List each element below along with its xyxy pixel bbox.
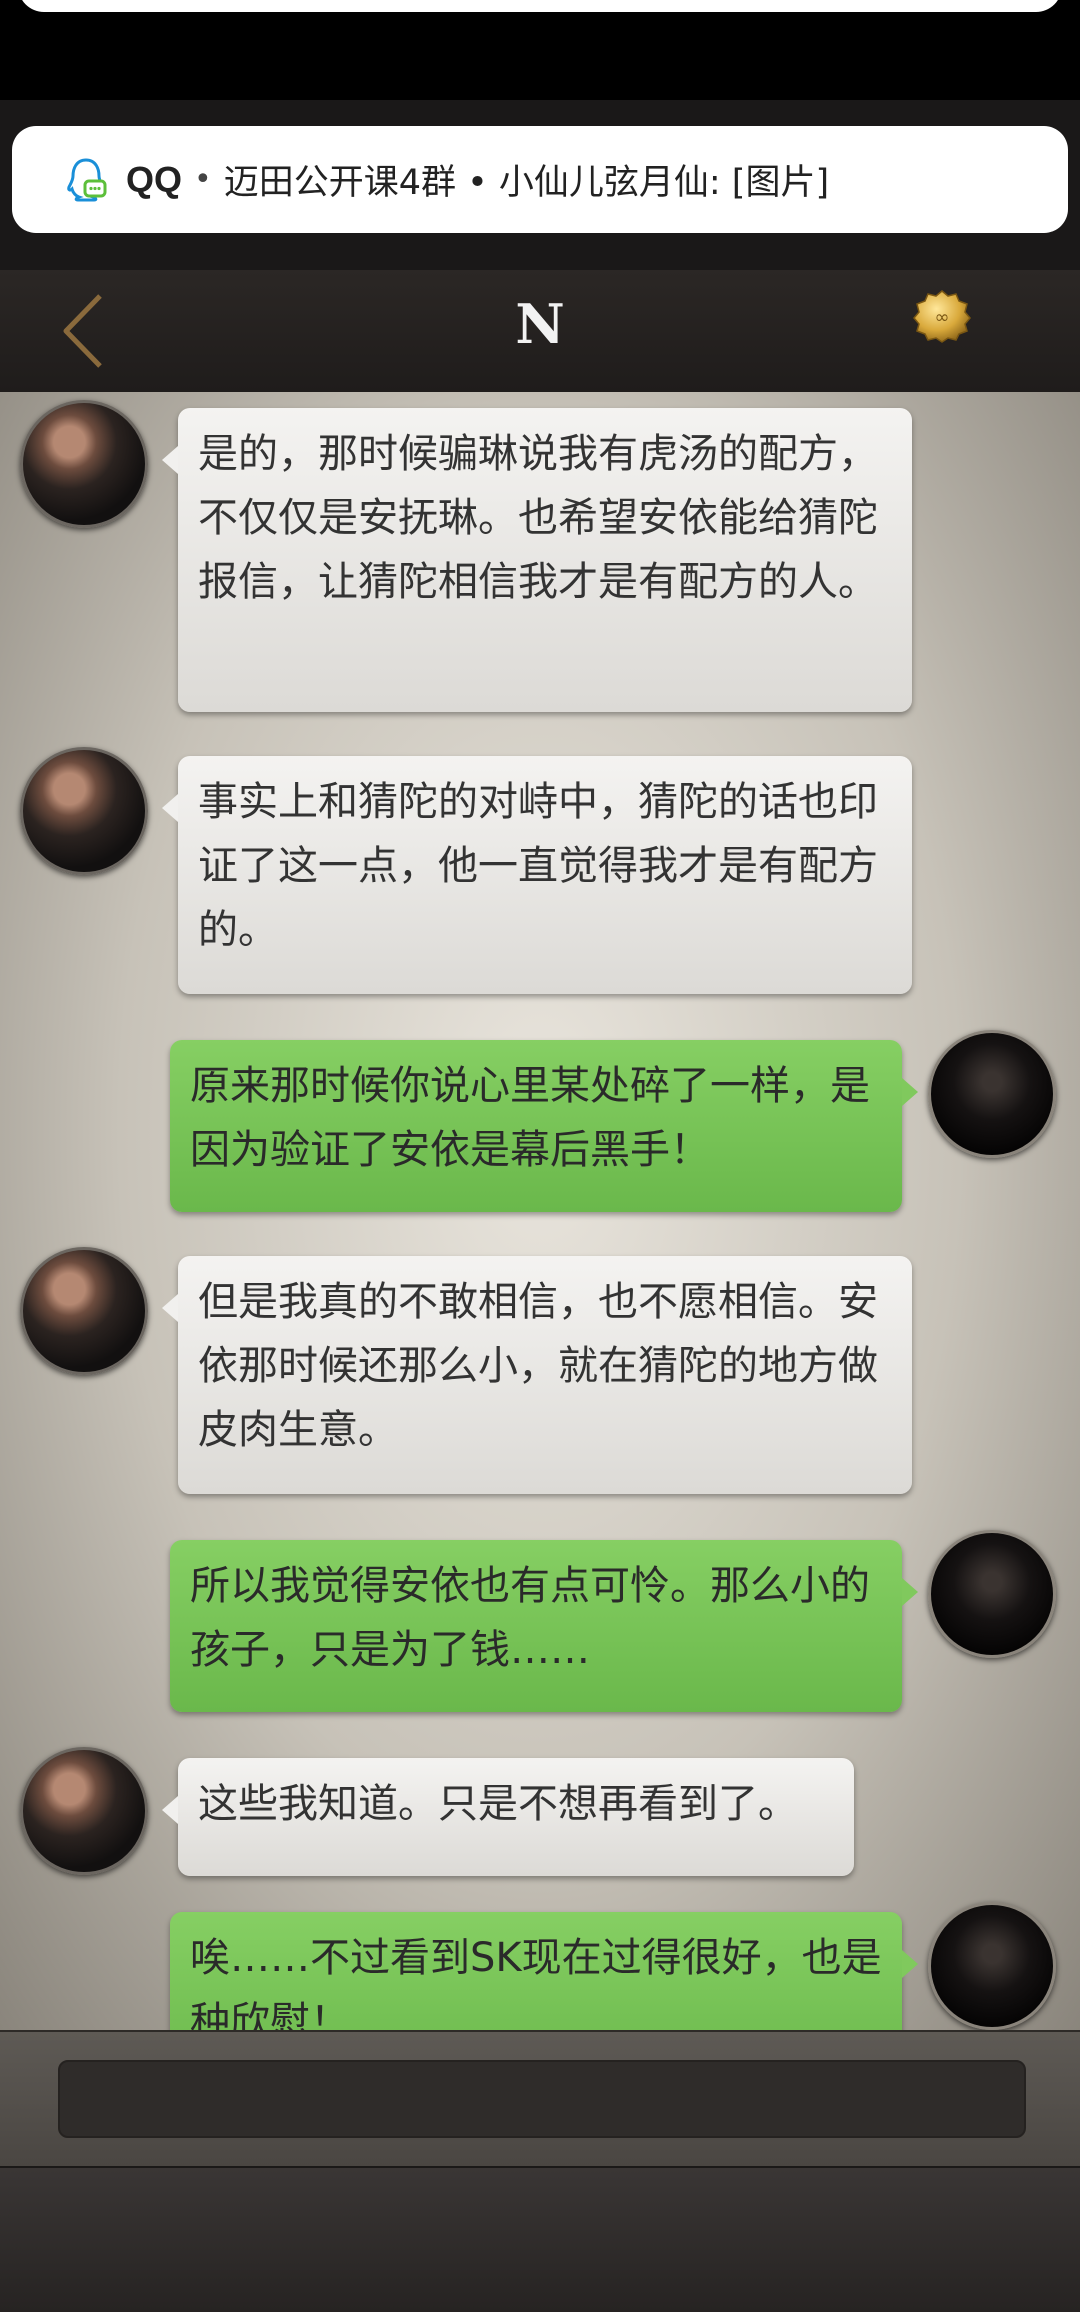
user-avatar[interactable] — [928, 1530, 1056, 1658]
message-bubble-outgoing: 唉……不过看到SK现在过得很好，也是种欣慰！ — [170, 1912, 918, 2030]
chat-message-area[interactable]: 是的，那时候骗琳说我有虎汤的配方，不仅仅是安抚琳。也希望安依能给猜陀报信，让猜陀… — [0, 392, 1080, 2030]
input-bar — [0, 2030, 1080, 2168]
contact-avatar[interactable] — [20, 747, 148, 875]
gold-coin-icon[interactable]: ∞ — [912, 288, 972, 344]
previous-notification-edge — [18, 0, 1062, 12]
qq-notification-banner[interactable]: QQ • 迈田公开课4群 • 小仙儿弦月仙: [图片] — [12, 126, 1068, 233]
svg-text:∞: ∞ — [935, 307, 950, 328]
notification-separator: • — [194, 162, 212, 197]
message-input[interactable] — [58, 2060, 1026, 2138]
message-bubble-incoming: 事实上和猜陀的对峙中，猜陀的话也印证了这一点，他一直觉得我才是有配方的。 — [162, 756, 912, 994]
user-avatar[interactable] — [928, 1030, 1056, 1158]
contact-avatar[interactable] — [20, 1247, 148, 1375]
notification-message: 迈田公开课4群 • 小仙儿弦月仙: [图片] — [223, 163, 830, 203]
user-avatar[interactable] — [928, 1902, 1056, 2030]
notification-app-name: QQ — [126, 158, 183, 200]
bottom-panel — [0, 2166, 1080, 2312]
message-bubble-outgoing: 所以我觉得安依也有点可怜。那么小的孩子，只是为了钱…… — [170, 1540, 918, 1712]
message-bubble-incoming: 但是我真的不敢相信，也不愿相信。安依那时候还那么小，就在猜陀的地方做皮肉生意。 — [162, 1256, 912, 1494]
message-bubble-incoming: 是的，那时候骗琳说我有虎汤的配方，不仅仅是安抚琳。也希望安依能给猜陀报信，让猜陀… — [162, 408, 912, 712]
contact-avatar[interactable] — [20, 1747, 148, 1875]
contact-avatar[interactable] — [20, 400, 148, 528]
message-bubble-outgoing: 原来那时候你说心里某处碎了一样，是因为验证了安依是幕后黑手！ — [170, 1040, 918, 1212]
qq-penguin-icon — [67, 157, 107, 201]
message-bubble-incoming: 这些我知道。只是不想再看到了。 — [162, 1758, 854, 1876]
status-area — [0, 0, 1080, 100]
